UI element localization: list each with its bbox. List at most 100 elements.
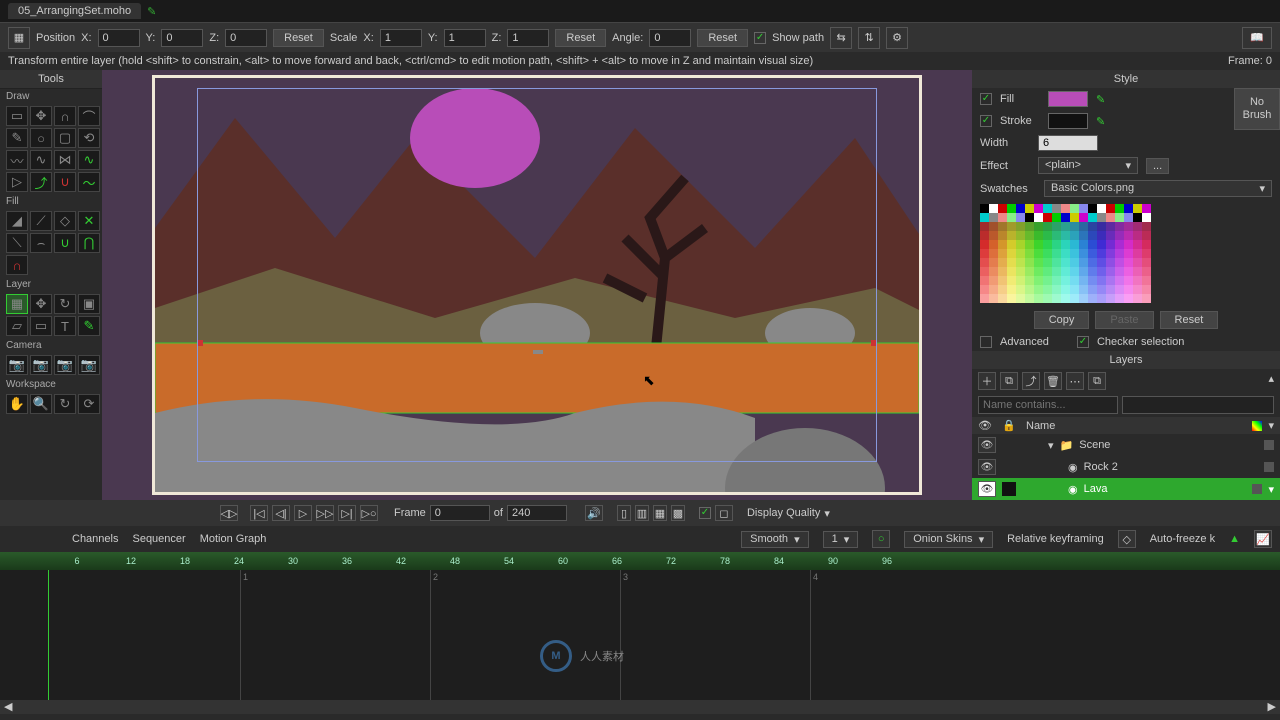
palette-color[interactable] [1025,285,1034,294]
tab-sequencer[interactable]: Sequencer [132,533,185,545]
delete-layer-icon[interactable]: 🗑 [1044,372,1062,390]
palette-color[interactable] [1088,258,1097,267]
palette-color[interactable] [1142,267,1151,276]
palette-color[interactable] [1124,267,1133,276]
palette-color[interactable] [1043,222,1052,231]
palette-color[interactable] [1124,294,1133,303]
palette-color[interactable] [1142,231,1151,240]
palette-color[interactable] [1007,249,1016,258]
palette-color[interactable] [1133,240,1142,249]
palette-color[interactable] [1124,222,1133,231]
palette-color[interactable] [1070,276,1079,285]
effect-dropdown[interactable]: <plain>▾ [1038,157,1138,174]
palette-color[interactable] [1016,231,1025,240]
palette-color[interactable] [1052,222,1061,231]
palette-color[interactable] [980,240,989,249]
palette-color[interactable] [1106,294,1115,303]
palette-color[interactable] [1070,240,1079,249]
palette-color[interactable] [989,222,998,231]
palette-color[interactable] [1070,285,1079,294]
palette-color[interactable] [1016,240,1025,249]
tool-curve[interactable]: ⌒ [78,106,100,126]
palette-color[interactable] [1097,231,1106,240]
palette-color[interactable] [1061,231,1070,240]
palette-color[interactable] [1043,294,1052,303]
layer-menu-icon[interactable]: ▾ [1268,483,1274,496]
palette-color[interactable] [1079,231,1088,240]
palette-color[interactable] [980,294,989,303]
palette-color[interactable] [1070,231,1079,240]
palette-color[interactable] [1034,285,1043,294]
interp-dropdown[interactable]: Smooth▾ [741,531,808,548]
swatches-dropdown[interactable]: Basic Colors.png▾ [1044,180,1272,197]
palette-color[interactable] [1133,231,1142,240]
palette-color[interactable] [1034,213,1043,222]
tool-arc[interactable]: ⌢ [30,233,52,253]
palette-color[interactable] [1016,294,1025,303]
palette-color[interactable] [1052,267,1061,276]
palette-color[interactable] [1007,294,1016,303]
palette-color[interactable] [1088,240,1097,249]
palette-color[interactable] [1097,240,1106,249]
palette-color[interactable] [1007,258,1016,267]
palette-color[interactable] [1070,249,1079,258]
stroke-eyedrop-icon[interactable]: ✎ [1096,115,1105,128]
palette-color[interactable] [1115,258,1124,267]
palette-color[interactable] [1061,240,1070,249]
palette-color[interactable] [1061,249,1070,258]
palette-color[interactable] [1133,258,1142,267]
layer-search-input[interactable] [978,396,1118,414]
palette-color[interactable] [1025,249,1034,258]
palette-color[interactable] [1115,249,1124,258]
palette-color[interactable] [998,267,1007,276]
layer-row[interactable]: 👁◉Rock 2 [972,456,1280,478]
tool-cam-track[interactable]: 📷 [6,355,28,375]
palette-color[interactable] [1124,240,1133,249]
color-palette[interactable] [972,200,1280,307]
palette-color[interactable] [1088,249,1097,258]
palette-color[interactable] [1052,240,1061,249]
palette-color[interactable] [1124,204,1133,213]
palette-color[interactable] [1034,276,1043,285]
palette-color[interactable] [1079,249,1088,258]
tool-noise[interactable]: ∿ [78,150,100,170]
palette-color[interactable] [1133,222,1142,231]
palette-color[interactable] [1115,294,1124,303]
palette-color[interactable] [1007,231,1016,240]
tool-layer6[interactable]: ▭ [30,316,52,336]
palette-color[interactable] [1079,213,1088,222]
palette-color[interactable] [980,249,989,258]
palette-color[interactable] [1052,213,1061,222]
chevron-down-icon[interactable]: ▾ [824,507,830,520]
showpath-checkbox[interactable]: ✓ [754,32,766,44]
palette-color[interactable] [1133,285,1142,294]
crop-icon[interactable]: ◻ [715,505,733,521]
palette-color[interactable] [1142,222,1151,231]
prev-frame-icon[interactable]: ◁| [272,505,290,521]
layer-row[interactable]: 👁◉Lava▾ [972,478,1280,500]
loop-icon[interactable]: ◁▷ [220,505,238,521]
cycle-icon[interactable]: ○ [872,530,890,548]
palette-color[interactable] [998,213,1007,222]
tool-blob[interactable]: 〰 [6,150,28,170]
palette-color[interactable] [1025,294,1034,303]
scroll-left-icon[interactable]: ◀ [4,700,12,714]
palette-color[interactable] [1124,231,1133,240]
palette-color[interactable] [1079,294,1088,303]
canvas-area[interactable]: ⬉ [102,70,972,500]
tool-eyedrop[interactable]: ⟋ [30,211,52,231]
tool-arrow[interactable]: ▷ [6,172,28,192]
view-single-icon[interactable]: ▯ [617,505,631,521]
palette-color[interactable] [1079,258,1088,267]
graph-icon[interactable]: 📈 [1254,530,1272,548]
palette-color[interactable] [1133,213,1142,222]
total-frames-input[interactable] [507,505,567,521]
palette-color[interactable] [1106,285,1115,294]
palette-color[interactable] [1043,204,1052,213]
palette-color[interactable] [989,240,998,249]
palette-color[interactable] [980,222,989,231]
scroll-right-icon[interactable]: ▶ [1268,700,1276,714]
tool-text[interactable]: T [54,316,76,336]
duplicate-layer-icon[interactable]: ⧉ [1000,372,1018,390]
tool-bucket[interactable]: ◢ [6,211,28,231]
